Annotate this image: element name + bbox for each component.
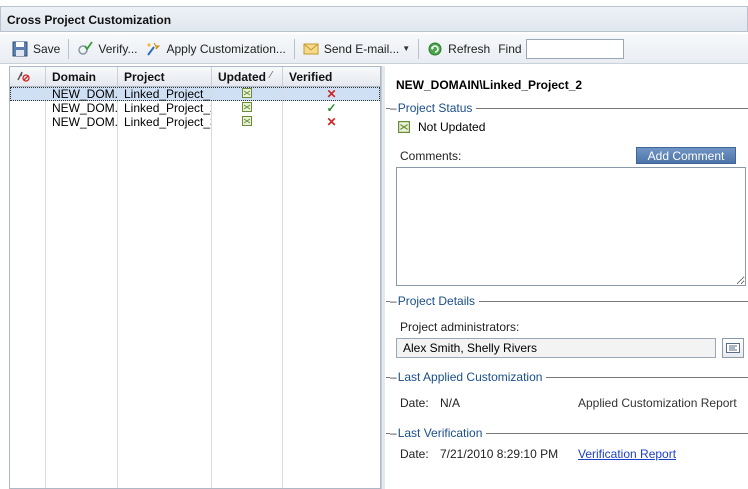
column-header-project[interactable]: Project xyxy=(118,67,212,87)
last-applied-section: Last Applied Customization xyxy=(390,370,547,384)
project-cell: Linked_Project_1 xyxy=(118,87,212,101)
list-icon xyxy=(726,343,740,353)
verification-report-link[interactable]: Verification Report xyxy=(578,447,676,461)
projects-grid: Domain Project Updated ⁄ Verified NEW_DO… xyxy=(9,66,381,489)
column-header-updated[interactable]: Updated ⁄ xyxy=(212,67,283,87)
details-panel: NEW_DOMAIN\Linked_Project_2 Project Stat… xyxy=(386,66,748,489)
column-header-verified[interactable]: Verified xyxy=(283,67,380,87)
admins-label: Project administrators: xyxy=(400,320,520,334)
envelope-icon xyxy=(303,43,319,54)
refresh-icon xyxy=(428,42,442,55)
verify-label: Verify... xyxy=(98,41,138,56)
check-icon: ✓ xyxy=(326,101,337,115)
chevron-down-icon[interactable]: ▼ xyxy=(402,44,410,53)
column-header-icon[interactable] xyxy=(10,67,46,87)
verify-button[interactable]: Verify... xyxy=(73,38,141,60)
updated-cell xyxy=(212,87,283,101)
find-input[interactable] xyxy=(525,38,624,59)
project-cell: Linked_Project_3 xyxy=(118,115,212,129)
table-row[interactable]: NEW_DOM... Linked_Project_2 ✓ xyxy=(10,101,380,115)
toolbar-separator xyxy=(68,38,70,59)
not-updated-icon xyxy=(242,102,252,112)
link-status-icon xyxy=(17,71,30,82)
verification-date-label: Date: xyxy=(400,447,429,461)
send-email-label: Send E-mail... xyxy=(323,41,400,56)
table-row[interactable]: NEW_DOM... Linked_Project_1 ✕ xyxy=(10,87,380,101)
updated-cell xyxy=(212,101,283,115)
grid-empty-area xyxy=(10,129,380,488)
toolbar: Save Verify... Apply Customization... Se… xyxy=(0,34,748,64)
status-text: Not Updated xyxy=(418,120,486,134)
apply-customization-icon xyxy=(147,42,161,56)
status-row: Not Updated xyxy=(398,120,485,134)
x-icon: ✕ xyxy=(326,115,337,129)
domain-cell: NEW_DOM... xyxy=(46,101,118,115)
comments-textarea[interactable] xyxy=(396,167,746,286)
row-icon-cell xyxy=(10,87,46,101)
verified-cell: ✕ xyxy=(283,87,380,101)
window-title: Cross Project Customization xyxy=(0,6,748,32)
add-comment-button[interactable]: Add Comment xyxy=(636,147,736,164)
find-label: Find xyxy=(498,41,522,56)
applied-customization-report-link[interactable]: Applied Customization Report xyxy=(578,396,737,410)
admins-field[interactable]: Alex Smith, Shelly Rivers xyxy=(396,338,716,358)
verification-date-value: 7/21/2010 8:29:10 PM xyxy=(440,447,559,461)
applied-date-label: Date: xyxy=(400,396,429,410)
grid-header: Domain Project Updated ⁄ Verified xyxy=(10,67,380,87)
verified-cell: ✓ xyxy=(283,101,380,115)
refresh-label: Refresh xyxy=(448,41,491,56)
save-label: Save xyxy=(33,41,61,56)
not-updated-icon xyxy=(398,121,410,133)
toolbar-separator xyxy=(418,38,420,59)
details-title: NEW_DOMAIN\Linked_Project_2 xyxy=(396,78,583,92)
save-icon xyxy=(12,41,28,56)
row-icon-cell xyxy=(10,101,46,115)
not-updated-icon xyxy=(242,88,252,98)
last-verification-section: Last Verification xyxy=(390,426,487,440)
apply-customization-button[interactable]: Apply Customization... xyxy=(141,38,289,60)
save-button[interactable]: Save xyxy=(8,38,64,60)
toolbar-separator xyxy=(293,38,295,59)
applied-date-value: N/A xyxy=(440,396,461,410)
refresh-button[interactable]: Refresh xyxy=(423,38,494,60)
send-email-button[interactable]: Send E-mail... ▼ xyxy=(299,38,414,60)
updated-cell xyxy=(212,115,283,129)
project-status-section: Project Status xyxy=(390,101,477,115)
verified-cell: ✕ xyxy=(283,115,380,129)
apply-customization-label: Apply Customization... xyxy=(166,41,286,56)
window-titlebar: Cross Project Customization xyxy=(0,0,748,34)
x-icon: ✕ xyxy=(326,87,337,101)
comments-label: Comments: xyxy=(400,149,462,163)
column-header-domain[interactable]: Domain xyxy=(46,67,118,87)
sort-indicator-icon: ⁄ xyxy=(270,70,272,81)
domain-cell: NEW_DOM... xyxy=(46,115,118,129)
project-cell: Linked_Project_2 xyxy=(118,101,212,115)
verify-icon xyxy=(78,40,94,55)
column-header-updated-label: Updated xyxy=(218,70,266,84)
table-row[interactable]: NEW_DOM... Linked_Project_3 ✕ xyxy=(10,115,380,129)
edit-admins-button[interactable] xyxy=(722,338,744,358)
domain-cell: NEW_DOM... xyxy=(46,87,118,101)
row-icon-cell xyxy=(10,115,46,129)
not-updated-icon xyxy=(242,116,252,126)
project-details-section: Project Details xyxy=(390,294,480,308)
panel-splitter[interactable] xyxy=(381,66,385,489)
